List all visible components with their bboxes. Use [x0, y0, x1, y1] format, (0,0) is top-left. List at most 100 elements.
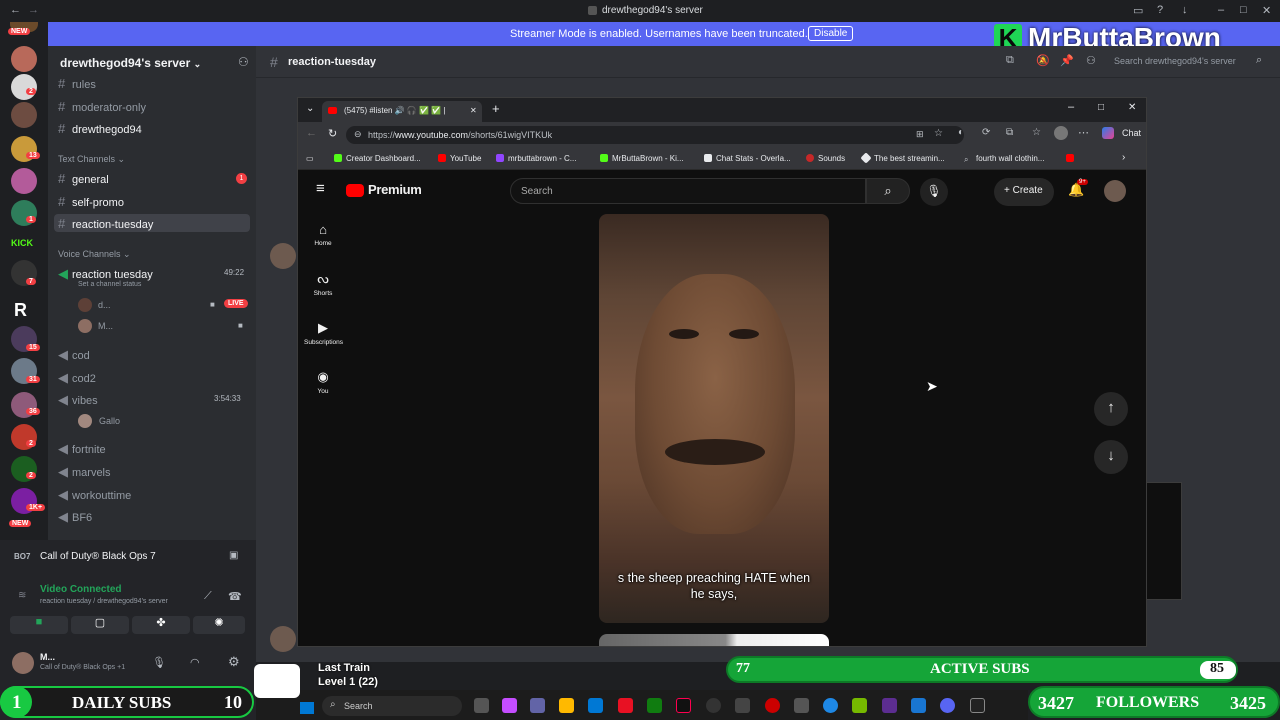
hamburger-menu-icon[interactable]: ≡ [316, 180, 325, 197]
address-bar[interactable]: ⊖ https://www.youtube.com/shorts/61wigVI… [346, 126, 964, 144]
r-server-icon[interactable]: R [14, 300, 27, 321]
server-icon[interactable] [11, 74, 37, 100]
nav-shorts[interactable]: ᔓ Shorts [304, 271, 342, 297]
category-voice-channels[interactable]: Voice Channels ⌄ [58, 249, 131, 260]
next-short-preview[interactable] [599, 634, 829, 646]
minimize-icon[interactable]: – [1068, 101, 1074, 113]
close-window-icon[interactable]: ✕ [1128, 102, 1136, 113]
channel-rules[interactable]: # rules [58, 76, 96, 94]
bookmark-item[interactable]: MrButtaBrown - Ki... [600, 154, 684, 163]
category-text-channels[interactable]: Text Channels ⌄ [58, 154, 125, 165]
member-list-icon[interactable]: ⚇ [1086, 54, 1096, 67]
threads-icon[interactable]: ⧉ [1006, 54, 1014, 67]
voice-user[interactable]: M... [98, 321, 113, 331]
next-short-button[interactable]: ↓ [1094, 440, 1128, 474]
voice-channel-fortnite[interactable]: ◀ fortnite [58, 441, 106, 459]
voice-user[interactable]: Gallo [99, 416, 120, 426]
account-avatar[interactable] [1104, 180, 1126, 202]
add-member-icon[interactable]: ⚇ [238, 55, 249, 69]
avatar[interactable] [270, 243, 296, 269]
microphone-icon[interactable]: 🎙 [152, 656, 166, 669]
browser-tab[interactable]: (5475) #listen 🔊 🎧 ✅ ✅ | ✕ [322, 101, 482, 122]
bookmark-item[interactable]: Chat Stats - Overla... [704, 154, 791, 163]
inbox-icon[interactable]: ▭ [1133, 4, 1143, 17]
server-icon[interactable] [11, 46, 37, 72]
server-search-input[interactable]: Search drewthegod94's server [1114, 56, 1236, 66]
file-explorer-icon[interactable] [559, 698, 574, 713]
download-icon[interactable]: ↓ [1182, 4, 1188, 16]
app-icon[interactable] [823, 698, 838, 713]
app-icon[interactable] [735, 698, 750, 713]
favorites-icon[interactable]: ☆ [1032, 127, 1041, 138]
activity-icon[interactable]: ▣ [229, 550, 238, 561]
forward-arrow-icon[interactable]: → [28, 4, 39, 16]
bookmark-item[interactable]: Sounds [806, 154, 845, 163]
background-window[interactable] [1146, 482, 1182, 600]
disable-streamer-mode-button[interactable]: Disable [808, 26, 854, 41]
reload-icon[interactable]: ↻ [328, 127, 337, 140]
voice-channel-cod2[interactable]: ◀ cod2 [58, 370, 96, 388]
minimize-icon[interactable]: – [1218, 4, 1224, 16]
maximize-icon[interactable]: □ [1098, 102, 1104, 113]
channel-general[interactable]: # general [58, 171, 109, 189]
voice-channel-vibes[interactable]: ◀ vibes [58, 392, 98, 410]
app-icon[interactable] [794, 698, 809, 713]
tab-list-icon[interactable]: ⌄ [306, 103, 314, 114]
bookmark-item[interactable]: ⌕ fourth wall clothin... [964, 154, 1044, 164]
channel-reaction-tuesday[interactable]: # reaction-tuesday [54, 214, 250, 232]
help-icon[interactable]: ? [1157, 4, 1163, 16]
voice-user[interactable]: d... [98, 300, 111, 310]
bookmark-star-icon[interactable]: ☆ [934, 128, 943, 139]
channel-drewthegod94[interactable]: # drewthegod94 [58, 121, 142, 139]
edge-icon[interactable] [911, 698, 926, 713]
close-icon[interactable]: ✕ [1262, 4, 1271, 17]
more-bookmarks-icon[interactable]: › [1122, 152, 1125, 163]
task-view-icon[interactable] [474, 698, 489, 713]
pin-icon[interactable]: 📌 [1060, 54, 1074, 67]
avatar[interactable] [12, 652, 34, 674]
notification-bell-icon[interactable]: 🔕 [1036, 54, 1050, 67]
bookmark-item[interactable]: mrbuttabrown - C... [496, 154, 576, 163]
create-button[interactable]: + Create [994, 178, 1054, 206]
channel-status[interactable]: Set a channel status [78, 281, 141, 288]
voice-channel-cod[interactable]: ◀ cod [58, 347, 90, 365]
screen-share-button[interactable]: ▢ [71, 616, 129, 634]
bookmark-item[interactable]: Creator Dashboard... [334, 154, 421, 163]
profile-avatar[interactable] [1054, 126, 1068, 140]
voice-channel-workouttime[interactable]: ◀ workouttime [58, 487, 131, 505]
youtube-search-input[interactable]: Search [510, 178, 866, 204]
close-tab-icon[interactable]: ✕ [470, 106, 477, 115]
settings-gear-icon[interactable]: ⚙ [228, 654, 240, 670]
refresh-extension-icon[interactable]: ⟳ [982, 127, 990, 138]
back-arrow-icon[interactable]: ← [306, 127, 317, 139]
nav-you[interactable]: ◉ You [304, 369, 342, 395]
chat-button[interactable]: Chat [1122, 128, 1141, 138]
kick-server-icon[interactable]: KICK [11, 238, 33, 248]
app-icon[interactable] [970, 698, 985, 713]
noise-suppression-icon[interactable]: ⟋ [204, 590, 212, 603]
site-info-icon[interactable]: ⊖ [354, 129, 362, 140]
start-windows-icon[interactable] [300, 702, 314, 714]
shorts-video-player[interactable]: s the sheep preaching HATE when he says, [599, 214, 829, 623]
teams-icon[interactable] [530, 698, 545, 713]
server-icon[interactable] [11, 168, 37, 194]
search-icon[interactable]: ⌕ [1256, 54, 1262, 67]
more-menu-icon[interactable]: ⋯ [1078, 126, 1089, 139]
maximize-icon[interactable]: □ [1240, 4, 1247, 16]
channel-self-promo[interactable]: # self-promo [58, 194, 124, 212]
obs-icon[interactable] [706, 698, 721, 713]
voice-search-icon[interactable]: 🎙 [920, 178, 948, 206]
bookmark-folder-icon[interactable]: ▭ [306, 154, 314, 163]
youtube-brand[interactable]: Premium [368, 182, 422, 197]
bookmark-item[interactable]: The best streamin... [860, 152, 945, 164]
nvidia-icon[interactable] [852, 698, 867, 713]
taskbar-search[interactable]: ⌕ Search [322, 696, 462, 716]
voice-channel-marvels[interactable]: ◀ marvels [58, 464, 111, 482]
bookmark-item[interactable]: YouTube [438, 154, 481, 163]
server-header[interactable]: drewthegod94's server ⌄ [60, 56, 201, 70]
soundboard-button[interactable]: ✺ [193, 616, 245, 634]
search-button[interactable]: ⌕ [866, 178, 910, 204]
store-icon[interactable] [588, 698, 603, 713]
camera-button[interactable]: ■ [10, 616, 68, 634]
server-icon[interactable] [11, 102, 37, 128]
